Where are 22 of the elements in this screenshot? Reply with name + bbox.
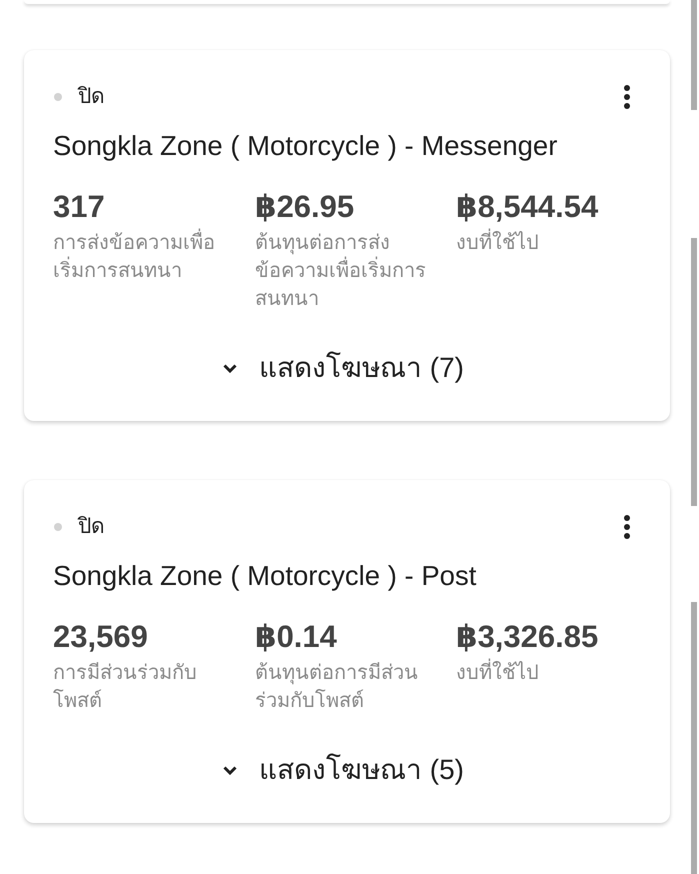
more-options-button[interactable]	[624, 85, 630, 109]
metric-value: 23,569	[53, 619, 149, 655]
metric-value: ฿8,544.54	[456, 189, 600, 225]
metric-label: งบที่ใช้ไป	[456, 229, 630, 257]
metric-label: การมีส่วนร่วมกับโพสต์	[53, 661, 198, 714]
more-options-icon	[624, 85, 630, 109]
more-options-icon	[624, 515, 630, 539]
show-ads-button[interactable]: แสดงโฆษณา (5)	[223, 753, 464, 787]
campaign-title: Songkla Zone ( Motorcycle ) - Post	[53, 560, 478, 592]
metric-value: ฿0.14	[255, 619, 338, 655]
status-label: ปิด	[78, 514, 105, 540]
campaign-title: Songkla Zone ( Motorcycle ) - Messenger	[53, 130, 558, 162]
metric-label: ต้นทุนต่อการมีส่วนร่วมกับโพสต์	[255, 661, 419, 714]
metric-label: ต้นทุนต่อการส่งข้อความเพื่อเริ่มการสนทนา	[255, 231, 427, 312]
metric-value: ฿26.95	[255, 189, 356, 225]
status-label: ปิด	[78, 84, 105, 110]
show-ads-button[interactable]: แสดงโฆษณา (7)	[223, 351, 464, 385]
more-options-button[interactable]	[624, 515, 630, 539]
metric-value: ฿3,326.85	[456, 619, 600, 655]
metric-label: การส่งข้อความเพื่อเริ่มการสนทนา	[53, 229, 235, 285]
metric-value: 317	[53, 189, 106, 225]
metric-label: งบที่ใช้ไป	[456, 659, 630, 687]
